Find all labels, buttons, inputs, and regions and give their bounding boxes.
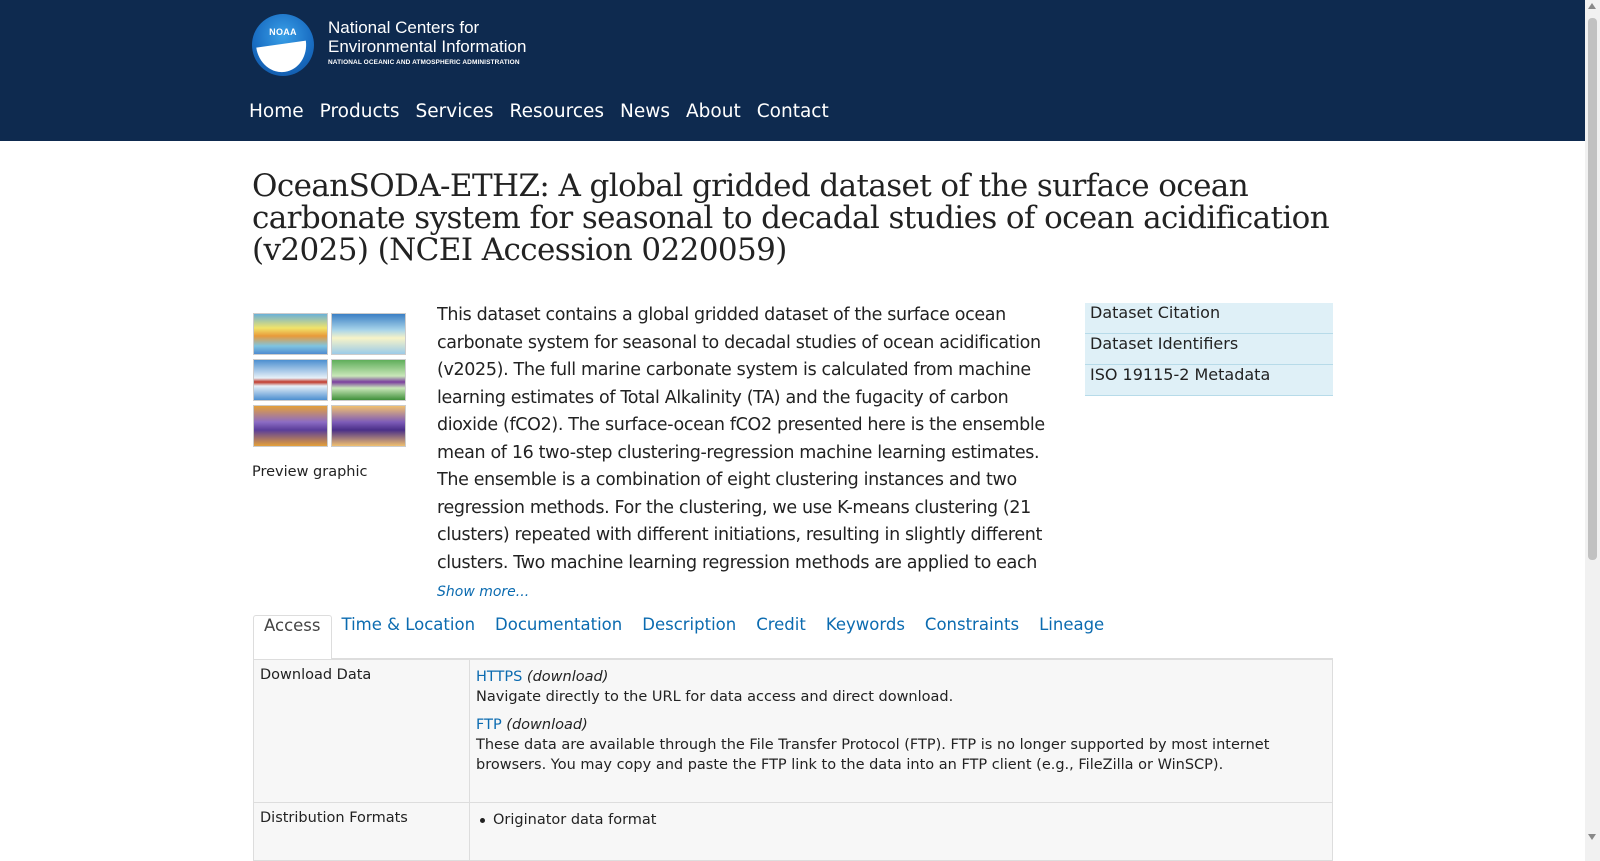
scroll-down-icon[interactable] bbox=[1588, 834, 1596, 840]
tab-keywords[interactable]: Keywords bbox=[816, 615, 915, 659]
tab-description[interactable]: Description bbox=[632, 615, 746, 659]
nav-services[interactable]: Services bbox=[416, 101, 494, 122]
distribution-formats-label: Distribution Formats bbox=[254, 803, 470, 860]
brand-line2: Environmental Information bbox=[328, 37, 527, 56]
ftp-link[interactable]: FTP bbox=[476, 717, 502, 733]
side-links: Dataset Citation Dataset Identifiers ISO… bbox=[1085, 303, 1333, 396]
nav-products[interactable]: Products bbox=[320, 101, 400, 122]
table-row: Download Data HTTPS (download) Navigate … bbox=[254, 659, 1332, 802]
brand-line3: NATIONAL OCEANIC AND ATMOSPHERIC ADMINIS… bbox=[328, 59, 520, 66]
tab-bar: Access Time & Location Documentation Des… bbox=[253, 615, 1333, 660]
tab-constraints[interactable]: Constraints bbox=[915, 615, 1029, 659]
tab-lineage[interactable]: Lineage bbox=[1029, 615, 1114, 659]
download-data-label: Download Data bbox=[254, 660, 470, 802]
dataset-description: This dataset contains a global gridded d… bbox=[437, 305, 1045, 573]
scroll-up-icon[interactable] bbox=[1588, 3, 1596, 9]
brand[interactable]: National Centers for Environmental Infor… bbox=[328, 18, 526, 66]
https-note: (download) bbox=[526, 669, 609, 685]
tab-credit[interactable]: Credit bbox=[746, 615, 816, 659]
table-row: Distribution Formats Originator data for… bbox=[254, 802, 1332, 860]
list-item: Originator data format bbox=[476, 810, 1326, 830]
main-nav: Home Products Services Resources News Ab… bbox=[249, 101, 829, 122]
tab-time-location[interactable]: Time & Location bbox=[332, 615, 486, 659]
scroll-thumb[interactable] bbox=[1588, 18, 1597, 560]
https-description: Navigate directly to the URL for data ac… bbox=[476, 689, 954, 705]
show-more-link[interactable]: Show more... bbox=[437, 584, 529, 600]
download-data-cell: HTTPS (download) Navigate directly to th… bbox=[470, 660, 1332, 802]
tab-documentation[interactable]: Documentation bbox=[485, 615, 632, 659]
page-title: OceanSODA-ETHZ: A global gridded dataset… bbox=[252, 168, 1330, 268]
preview-graphic[interactable] bbox=[253, 313, 407, 447]
nav-resources[interactable]: Resources bbox=[510, 101, 604, 122]
bullet-icon bbox=[480, 818, 485, 823]
preview-caption: Preview graphic bbox=[252, 464, 368, 480]
side-link-dataset-identifiers[interactable]: Dataset Identifiers bbox=[1085, 334, 1333, 365]
logo-text: NOAA bbox=[269, 27, 297, 37]
nav-news[interactable]: News bbox=[620, 101, 670, 122]
distribution-formats-cell: Originator data format bbox=[470, 803, 1332, 860]
nav-home[interactable]: Home bbox=[249, 101, 304, 122]
brand-line1: National Centers for bbox=[328, 18, 480, 37]
ftp-description: These data are available through the Fil… bbox=[476, 737, 1270, 773]
https-link[interactable]: HTTPS bbox=[476, 669, 522, 685]
noaa-logo-icon[interactable]: NOAA bbox=[252, 14, 314, 76]
tab-access[interactable]: Access bbox=[253, 615, 332, 660]
nav-about[interactable]: About bbox=[686, 101, 741, 122]
access-table: Download Data HTTPS (download) Navigate … bbox=[253, 659, 1333, 861]
site-header: NOAA National Centers for Environmental … bbox=[0, 0, 1585, 141]
nav-contact[interactable]: Contact bbox=[757, 101, 829, 122]
page-scrollbar[interactable] bbox=[1585, 0, 1600, 861]
side-link-iso-metadata[interactable]: ISO 19115-2 Metadata bbox=[1085, 365, 1333, 396]
side-link-dataset-citation[interactable]: Dataset Citation bbox=[1085, 303, 1333, 334]
ftp-note: (download) bbox=[506, 717, 588, 733]
